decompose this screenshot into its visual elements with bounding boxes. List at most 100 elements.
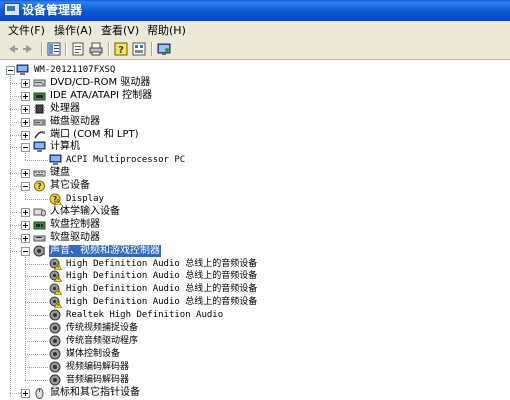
tree-row[interactable]: 传统视频捕捉设备 (0, 322, 510, 335)
expand-collapse-button[interactable] (21, 207, 30, 217)
menu-view[interactable]: 查看(V) (99, 23, 141, 38)
help-icon[interactable]: ? (113, 41, 129, 57)
tree-connector-line (10, 173, 21, 175)
device-label: Display (66, 194, 104, 204)
toolbar-separator (108, 42, 110, 56)
device-category-label: IDE ATA/ATAPI 控制器 (50, 89, 153, 101)
tree-connector-line (10, 211, 21, 213)
toolbar: ? (0, 40, 510, 60)
computer-icon (16, 64, 29, 76)
expand-collapse-button[interactable] (21, 169, 30, 179)
expand-collapse-button[interactable] (21, 104, 30, 114)
tree-row[interactable]: 处理器 (0, 103, 510, 116)
device-label: Realtek High Definition Audio (66, 310, 224, 321)
tree-row[interactable]: IDE ATA/ATAPI 控制器 (0, 90, 510, 103)
tree-row[interactable]: 软盘控制器 (0, 219, 510, 232)
audio-warning-icon (49, 258, 62, 270)
tree-connector-line (10, 108, 21, 110)
tree-row[interactable]: 磁盘驱动器 (0, 116, 510, 129)
menu-action[interactable]: 操作(A) (52, 23, 94, 38)
title-bar[interactable]: 设备管理器 (0, 0, 510, 21)
keyboard-icon (33, 167, 46, 179)
tree-connector-line (25, 353, 48, 355)
menu-file[interactable]: 文件(F) (6, 23, 47, 38)
device-label: 媒体控制设备 (66, 348, 121, 359)
device-category-label: 人体学输入设备 (50, 205, 120, 217)
tree-connector-line (10, 392, 21, 394)
audio-device-icon (49, 322, 62, 334)
tree-connector-line (10, 134, 21, 136)
tree-row[interactable]: 音频编码解码器 (0, 374, 510, 387)
tree-row[interactable]: High Definition Audio 总线上的音频设备 (0, 270, 510, 283)
menu-help[interactable]: 帮助(H) (145, 23, 188, 38)
expand-collapse-button[interactable] (21, 388, 30, 398)
tree-row[interactable]: 软盘驱动器 (0, 232, 510, 245)
expand-collapse-button[interactable] (21, 233, 30, 243)
floppy-drive-icon (33, 232, 46, 244)
audio-warning-icon (49, 270, 62, 283)
device-label: High Definition Audio 总线上的音频设备 (66, 258, 258, 269)
tree-row[interactable]: 人体学输入设备 (0, 206, 510, 219)
audio-device-icon (49, 348, 62, 360)
tree-connector-line (10, 121, 21, 123)
tree-row[interactable]: 键盘 (0, 167, 510, 180)
tree-row[interactable]: ? 其它设备 (0, 180, 510, 193)
toolbar-separator (41, 42, 43, 56)
tree-row[interactable]: 视频编码解码器 (0, 361, 510, 374)
tree-row[interactable]: DVD/CD-ROM 驱动器 (0, 77, 510, 90)
sound-video-game-icon (33, 245, 46, 257)
tree-connector-line (25, 199, 48, 200)
tree-row[interactable]: High Definition Audio 总线上的音频设备 (0, 296, 510, 309)
tree-row[interactable]: 媒体控制设备 (0, 348, 510, 361)
processor-icon (33, 103, 46, 115)
device-label: High Definition Audio 总线上的音频设备 (66, 271, 258, 282)
tree-row[interactable]: 鼠标和其它指针设备 (0, 387, 510, 400)
tree-row[interactable]: ? Display (0, 193, 510, 206)
expand-collapse-button[interactable] (21, 117, 30, 127)
computer-icon (49, 154, 62, 166)
tree-root-label: WM-20121107FXSQ (34, 65, 116, 75)
tree-row[interactable]: High Definition Audio 总线上的音频设备 (0, 258, 510, 271)
tree-connector-line (10, 95, 21, 97)
back-icon[interactable] (4, 41, 20, 57)
properties-icon[interactable] (70, 41, 86, 57)
tree-row[interactable]: 计算机 (0, 141, 510, 154)
menu-bar: 文件(F) 操作(A) 查看(V) 帮助(H) (0, 21, 510, 41)
tree-row[interactable]: 声音、视频和游戏控制器 (0, 244, 510, 258)
svg-text:?: ? (118, 45, 124, 56)
scan-hardware-icon[interactable] (156, 41, 172, 57)
print-icon[interactable] (88, 41, 104, 57)
audio-device-icon (49, 374, 62, 386)
tree-row-root[interactable]: WM-20121107FXSQ (0, 64, 510, 77)
expand-collapse-button[interactable] (21, 78, 30, 88)
device-category-label: 其它设备 (50, 180, 90, 192)
device-category-label: 端口 (COM 和 LPT) (50, 128, 139, 140)
expand-collapse-button[interactable] (21, 130, 30, 140)
tree-row[interactable]: 传统音频驱动程序 (0, 335, 510, 348)
tree-view-icon[interactable] (46, 41, 62, 57)
device-manager-window: 设备管理器 文件(F) 操作(A) 查看(V) 帮助(H) ? WM-20121… (0, 0, 510, 400)
tree-connector-line (25, 379, 48, 381)
device-tree[interactable]: WM-20121107FXSQ DVD/CD-ROM 驱动器 IDE ATA/ATA… (0, 60, 510, 400)
tree-connector-line (10, 186, 21, 188)
mouse-icon (33, 387, 46, 399)
tree-row[interactable]: ACPI Multiprocessor PC (0, 154, 510, 167)
device-label: 音频编码解码器 (66, 374, 130, 385)
device-category-label: 磁盘驱动器 (50, 115, 100, 127)
tree-connector-line (25, 160, 48, 162)
tree-connector-line (10, 224, 21, 226)
tree-row[interactable]: High Definition Audio 总线上的音频设备 (0, 283, 510, 296)
tree-row[interactable]: 端口 (COM 和 LPT) (0, 129, 510, 142)
device-category-label: 软盘控制器 (50, 218, 100, 230)
expand-collapse-button[interactable] (21, 220, 30, 230)
tree-connector-line (10, 147, 21, 149)
device-category-label: 键盘 (50, 167, 70, 179)
forward-icon[interactable] (21, 41, 37, 57)
device-manager-icon (4, 3, 20, 16)
device-label: 视频编码解码器 (66, 361, 130, 372)
expand-collapse-button[interactable] (21, 91, 30, 101)
tree-row[interactable]: Realtek High Definition Audio (0, 309, 510, 322)
disk-drive-icon (33, 116, 46, 128)
tree-connector-line (25, 366, 48, 368)
device-list-icon[interactable] (131, 41, 147, 57)
